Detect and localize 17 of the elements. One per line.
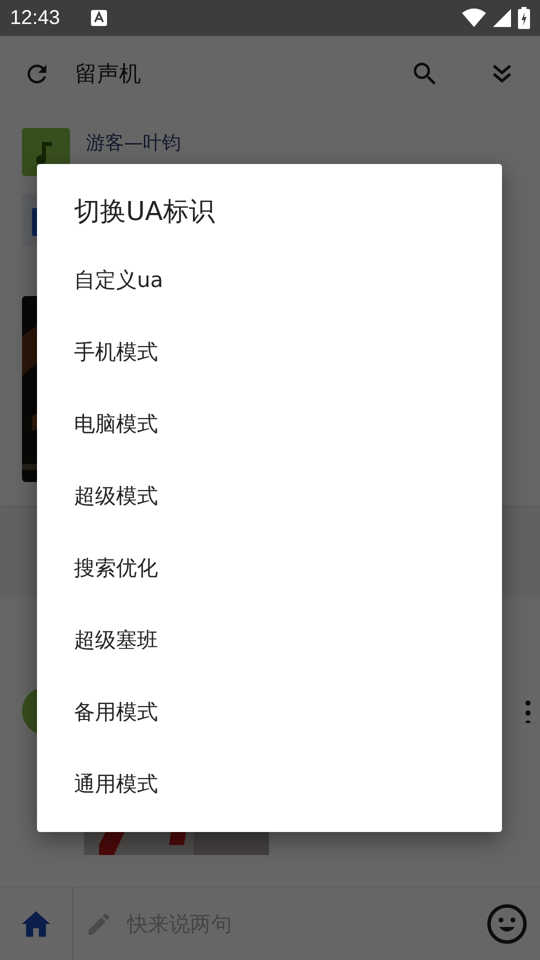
keyboard-icon <box>90 9 108 27</box>
emoji-icon[interactable] <box>486 903 528 945</box>
clock: 12:43 <box>10 6 60 30</box>
menu-item[interactable]: 备用模式 <box>74 698 158 726</box>
menu-item[interactable]: 自定义ua <box>74 266 164 294</box>
menu-item[interactable]: 搜索优化 <box>74 554 158 582</box>
menu-item[interactable]: 超级模式 <box>74 482 158 510</box>
signal-icon <box>492 9 512 27</box>
menu-item[interactable]: 手机模式 <box>74 338 158 366</box>
menu-item[interactable]: 通用模式 <box>74 770 158 798</box>
wifi-icon <box>462 8 486 28</box>
app-title: 留声机 <box>75 61 141 89</box>
dialog-title: 切换UA标识 <box>74 196 216 229</box>
menu-item[interactable]: 超级塞班 <box>74 626 158 654</box>
menu-item[interactable]: 电脑模式 <box>74 410 158 438</box>
battery-icon <box>518 7 530 29</box>
more-icon[interactable] <box>524 699 532 723</box>
